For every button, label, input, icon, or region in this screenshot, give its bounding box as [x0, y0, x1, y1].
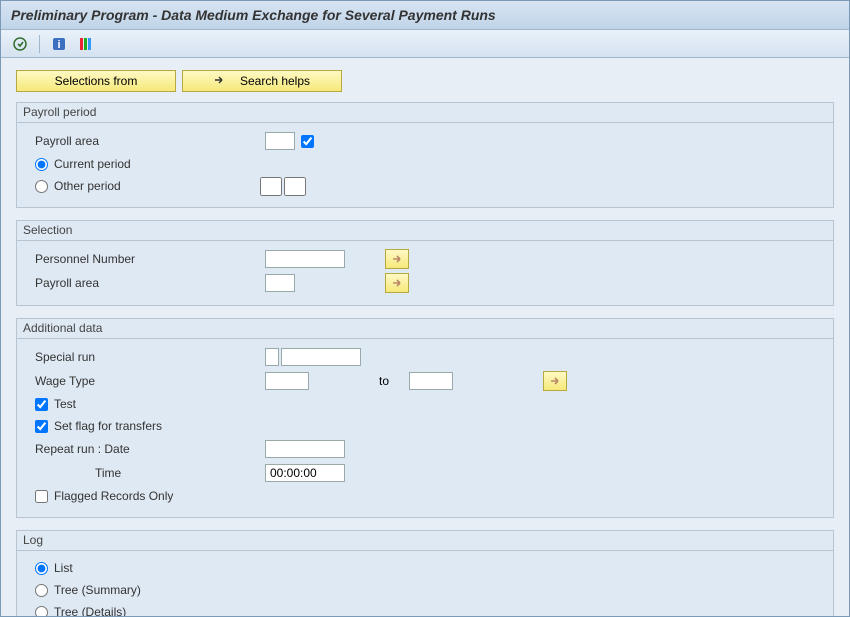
log-tree-details-label: Tree (Details) [54, 605, 126, 616]
personnel-number-multi-button[interactable] [385, 249, 409, 269]
log-tree-summary-label: Tree (Summary) [54, 583, 141, 597]
flagged-only-checkbox[interactable] [35, 490, 48, 503]
payroll-period-legend: Payroll period [17, 103, 833, 123]
special-run-label: Special run [35, 350, 265, 364]
title-bar: Preliminary Program - Data Medium Exchan… [1, 1, 849, 30]
search-helps-label: Search helps [240, 74, 310, 88]
toolbar-separator [39, 35, 40, 53]
log-list-label: List [54, 561, 73, 575]
personnel-number-input[interactable] [265, 250, 345, 268]
selection-group: Selection Personnel Number Payroll area [16, 220, 834, 306]
arrow-right-icon [391, 254, 403, 264]
button-bar: Selections from Search helps [16, 70, 834, 92]
selection-payroll-area-label: Payroll area [35, 276, 265, 290]
arrow-right-icon [549, 376, 561, 386]
variants-icon[interactable] [76, 35, 94, 53]
payroll-area-label: Payroll area [35, 134, 265, 148]
repeat-run-date-input[interactable] [265, 440, 345, 458]
page-title: Preliminary Program - Data Medium Exchan… [11, 7, 496, 23]
selection-payroll-area-multi-button[interactable] [385, 273, 409, 293]
test-checkbox[interactable] [35, 398, 48, 411]
personnel-number-label: Personnel Number [35, 252, 265, 266]
wage-type-multi-button[interactable] [543, 371, 567, 391]
log-tree-summary-radio[interactable] [35, 584, 48, 597]
current-period-radio[interactable] [35, 158, 48, 171]
to-label: to [379, 374, 389, 388]
other-period-input-1[interactable] [260, 177, 282, 196]
arrow-right-icon [214, 75, 226, 88]
selections-from-label: Selections from [55, 74, 138, 88]
wage-type-label: Wage Type [35, 374, 265, 388]
other-period-radio[interactable] [35, 180, 48, 193]
payroll-area-input[interactable] [265, 132, 295, 150]
set-flag-checkbox[interactable] [35, 420, 48, 433]
arrow-right-icon [391, 278, 403, 288]
special-run-input-1[interactable] [265, 348, 279, 366]
app-window: Preliminary Program - Data Medium Exchan… [0, 0, 850, 617]
other-period-label: Other period [54, 179, 260, 193]
additional-data-legend: Additional data [17, 319, 833, 339]
app-toolbar: i [1, 30, 849, 58]
flagged-only-label: Flagged Records Only [54, 489, 173, 503]
set-flag-label: Set flag for transfers [54, 419, 162, 433]
selection-legend: Selection [17, 221, 833, 241]
selections-from-button[interactable]: Selections from [16, 70, 176, 92]
current-period-label: Current period [54, 157, 131, 171]
log-group: Log List Tree (Summary) Tree (Details) [16, 530, 834, 616]
wage-type-to-input[interactable] [409, 372, 453, 390]
additional-data-group: Additional data Special run Wage Type to [16, 318, 834, 518]
content-area: Selections from Search helps Payroll per… [1, 58, 849, 616]
log-list-radio[interactable] [35, 562, 48, 575]
svg-text:i: i [57, 39, 60, 51]
search-helps-button[interactable]: Search helps [182, 70, 342, 92]
log-legend: Log [17, 531, 833, 551]
time-input[interactable] [265, 464, 345, 482]
selection-payroll-area-input[interactable] [265, 274, 295, 292]
payroll-area-checkbox[interactable] [301, 135, 314, 148]
log-tree-details-radio[interactable] [35, 606, 48, 617]
other-period-input-2[interactable] [284, 177, 306, 196]
info-icon[interactable]: i [50, 35, 68, 53]
special-run-input-2[interactable] [281, 348, 361, 366]
wage-type-from-input[interactable] [265, 372, 309, 390]
test-label: Test [54, 397, 76, 411]
repeat-run-label: Repeat run : Date [35, 442, 265, 456]
time-label: Time [35, 466, 265, 480]
execute-icon[interactable] [11, 35, 29, 53]
payroll-period-group: Payroll period Payroll area Current peri… [16, 102, 834, 208]
